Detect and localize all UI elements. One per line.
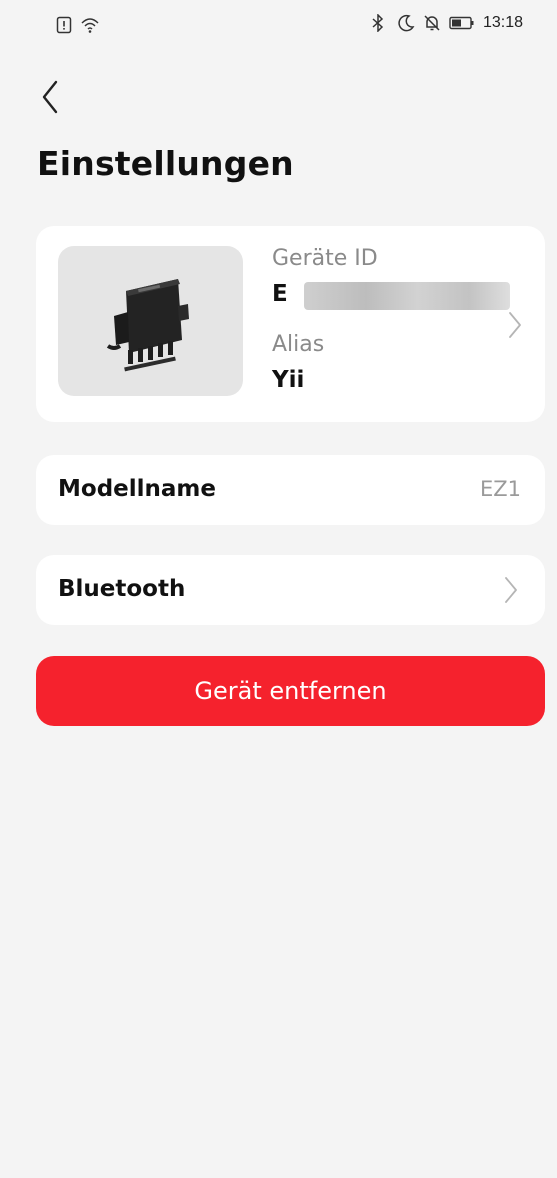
alias-value: Yii (272, 367, 305, 393)
model-name-row: Modellname EZ1 (36, 455, 545, 525)
microinverter-image (106, 279, 189, 372)
device-card[interactable]: Geräte ID E Alias Yii (36, 226, 545, 422)
chevron-left-icon (42, 80, 58, 114)
bluetooth-row[interactable]: Bluetooth (36, 555, 545, 625)
status-time: 13:18 (482, 14, 523, 31)
battery-icon (449, 14, 475, 32)
chevron-right-icon (503, 575, 519, 605)
device-id-value: E (272, 281, 288, 307)
status-bar: 13:18 (0, 0, 557, 50)
back-button[interactable] (36, 76, 76, 120)
bluetooth-label: Bluetooth (58, 576, 186, 602)
device-image (58, 246, 243, 396)
redacted-id-blur (304, 282, 510, 310)
settings-screen: 13:18 Einstellungen Geräte ID E Alias Yi… (0, 0, 557, 1178)
bell-off-icon (423, 14, 441, 32)
status-left-icons (56, 16, 99, 34)
device-id-label: Geräte ID (272, 246, 378, 271)
page-title: Einstellungen (37, 144, 294, 183)
remove-device-button[interactable]: Gerät entfernen (36, 656, 545, 726)
wifi-icon (80, 16, 99, 34)
chevron-right-icon (507, 310, 523, 340)
moon-icon (397, 14, 415, 32)
model-name-label: Modellname (58, 476, 216, 502)
model-name-value: EZ1 (479, 477, 521, 501)
alias-label: Alias (272, 332, 325, 357)
sim-alert-icon (56, 16, 74, 34)
bluetooth-icon (371, 13, 389, 33)
status-right-icons: 13:18 (371, 13, 523, 33)
